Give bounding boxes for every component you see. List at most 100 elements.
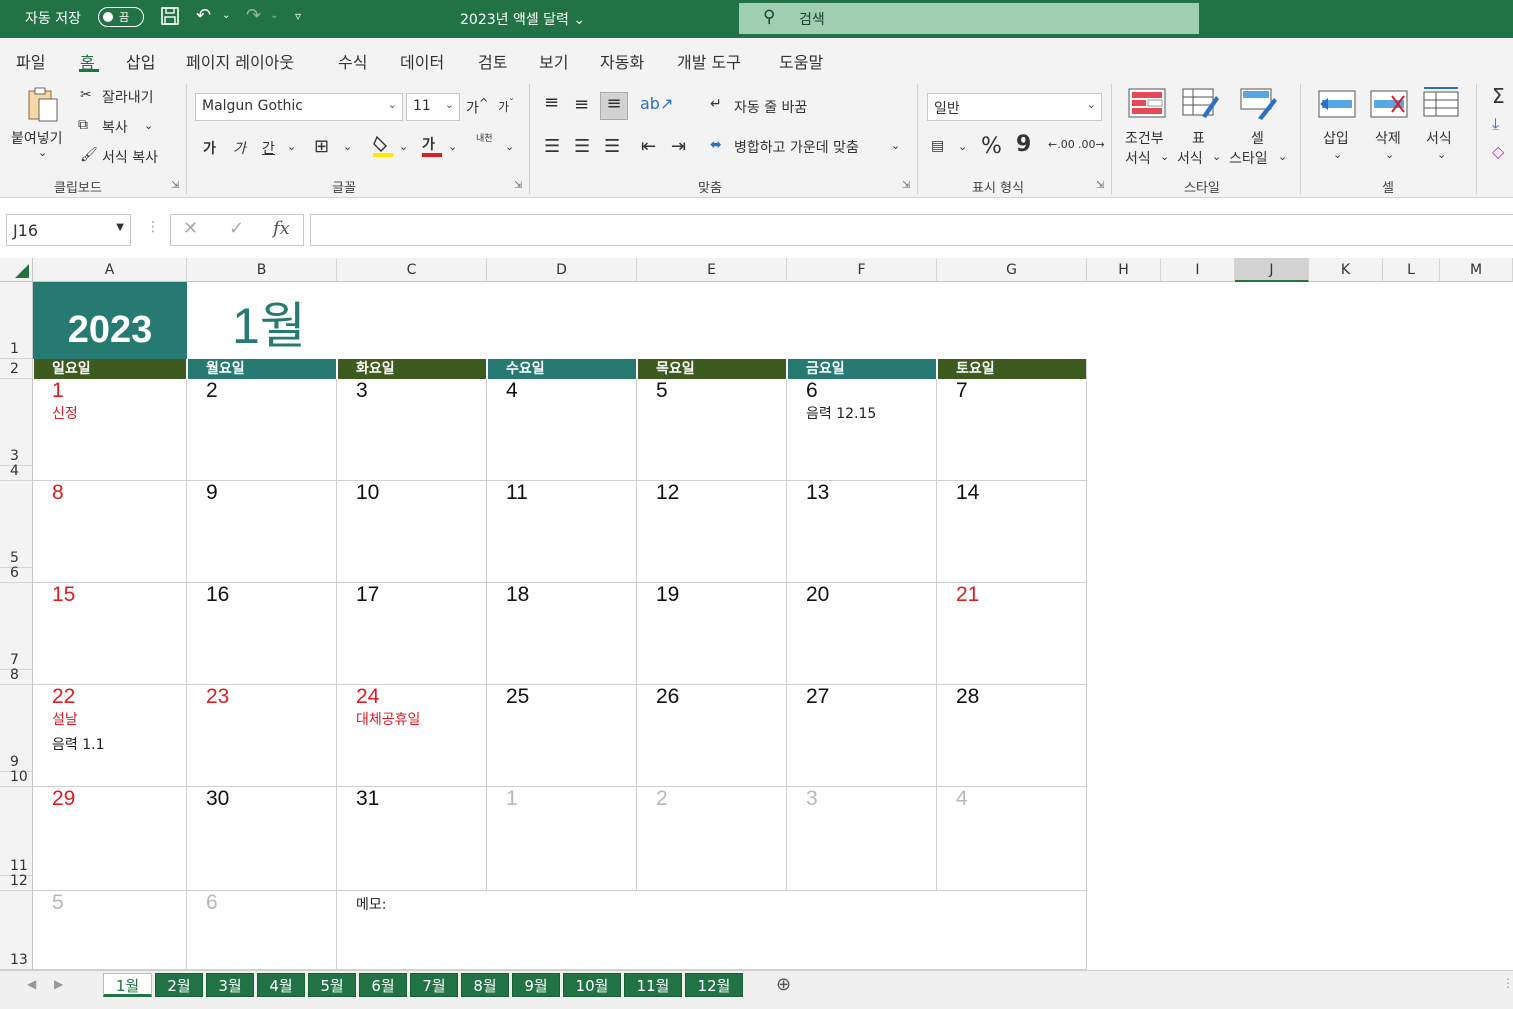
cell-styles-line2[interactable]: 스타일: [1229, 148, 1268, 168]
column-header[interactable]: J: [1235, 258, 1309, 282]
underline-button[interactable]: 간: [262, 138, 275, 158]
row-header[interactable]: 10: [0, 769, 33, 787]
row-header[interactable]: 9: [0, 685, 33, 772]
weekday-header[interactable]: 금요일: [788, 359, 936, 379]
wrap-text-button[interactable]: 자동 줄 바꿈: [734, 97, 807, 117]
comma-style-button[interactable]: 9: [1016, 132, 1031, 157]
day-cell[interactable]: 25: [487, 685, 637, 787]
sheet-tab[interactable]: 3월: [206, 973, 254, 997]
row-header[interactable]: 5: [0, 481, 33, 568]
row-header[interactable]: 8: [0, 667, 33, 685]
day-cell[interactable]: 10: [337, 481, 487, 583]
italic-button[interactable]: 가: [233, 138, 246, 158]
day-cell[interactable]: 3: [787, 787, 937, 891]
underline-dropdown-icon[interactable]: ⌄: [287, 140, 296, 153]
weekday-header[interactable]: 월요일: [188, 359, 336, 379]
align-middle-icon[interactable]: ≡: [574, 94, 589, 115]
column-header[interactable]: D: [487, 258, 637, 282]
select-all-button[interactable]: [0, 258, 33, 282]
sheet-tab[interactable]: 6월: [359, 973, 407, 997]
tab-file[interactable]: 파일: [16, 49, 45, 73]
day-cell[interactable]: 31: [337, 787, 487, 891]
sheet-tab[interactable]: 4월: [257, 973, 305, 997]
cut-button[interactable]: 잘라내기: [102, 87, 154, 107]
tab-help[interactable]: 도움말: [779, 49, 823, 73]
day-cell[interactable]: 1 신정: [33, 379, 187, 481]
day-cell[interactable]: 30: [187, 787, 337, 891]
cell-styles-icon[interactable]: [1240, 88, 1278, 124]
day-cell[interactable]: 14: [937, 481, 1087, 583]
day-cell[interactable]: 17: [337, 583, 487, 685]
undo-icon[interactable]: ↶: [196, 5, 211, 26]
font-color-dropdown-icon[interactable]: ⌄: [448, 140, 457, 153]
day-cell[interactable]: 21: [937, 583, 1087, 685]
shrink-font-button[interactable]: 가ˇ: [498, 98, 514, 115]
dialog-launcher-icon[interactable]: ⇲: [902, 180, 910, 191]
cut-icon[interactable]: ✂: [80, 87, 92, 103]
day-cell[interactable]: 7: [937, 379, 1087, 481]
column-header[interactable]: L: [1383, 258, 1440, 282]
day-cell[interactable]: 6: [187, 891, 337, 970]
redo-dropdown-icon[interactable]: ⌄: [270, 10, 278, 21]
wrap-text-icon[interactable]: ↵: [710, 96, 722, 112]
day-cell[interactable]: 8: [33, 481, 187, 583]
decrease-decimal-button[interactable]: .00→: [1078, 138, 1105, 151]
column-header[interactable]: F: [787, 258, 937, 282]
align-right-icon[interactable]: ☰: [604, 136, 620, 157]
table-dropdown-icon[interactable]: ⌄: [1212, 150, 1221, 163]
day-cell[interactable]: 2: [637, 787, 787, 891]
autosave-toggle[interactable]: 끔: [98, 7, 144, 27]
number-format-select[interactable]: 일반 ⌄: [927, 93, 1102, 121]
insert-dropdown-icon[interactable]: ⌄: [1333, 148, 1342, 161]
customize-qat-icon[interactable]: ▿: [295, 9, 301, 23]
day-cell[interactable]: 23: [187, 685, 337, 787]
day-cell[interactable]: 24 대체공휴일: [337, 685, 487, 787]
day-cell[interactable]: 29: [33, 787, 187, 891]
tab-scroll-right-icon[interactable]: ▶: [54, 977, 63, 991]
format-painter-button[interactable]: 서식 복사: [102, 147, 158, 167]
column-header[interactable]: E: [637, 258, 787, 282]
day-cell[interactable]: 22 설날 음력 1.1: [33, 685, 187, 787]
day-cell[interactable]: 1: [487, 787, 637, 891]
weekday-header[interactable]: 일요일: [34, 359, 186, 379]
row-header[interactable]: 1: [0, 282, 33, 359]
row-header[interactable]: 7: [0, 583, 33, 670]
conditional-dropdown-icon[interactable]: ⌄: [1160, 150, 1169, 163]
save-icon[interactable]: [160, 6, 180, 31]
document-title[interactable]: 2023년 액셀 달력 ⌄: [460, 9, 585, 29]
day-cell[interactable]: 5: [33, 891, 187, 970]
row-header[interactable]: 13: [0, 891, 33, 970]
day-cell[interactable]: 26: [637, 685, 787, 787]
orientation-icon[interactable]: ab↗: [640, 94, 673, 113]
format-cells-icon[interactable]: [1422, 86, 1460, 122]
day-cell[interactable]: 6 음력 12.15: [787, 379, 937, 481]
worksheet-grid[interactable]: ABCDEFGHIJKLM 1 2 3 4 5 6 7 8 9 10 11 12 13 2023 1월 …: [0, 258, 1513, 970]
paste-icon[interactable]: [18, 84, 64, 124]
enter-icon[interactable]: ✓: [229, 218, 244, 239]
redo-icon[interactable]: ↷: [246, 5, 261, 26]
cancel-icon[interactable]: ✕: [183, 218, 198, 239]
phonetic-guide-button[interactable]: 내천: [476, 134, 493, 144]
increase-decimal-button[interactable]: ←.00: [1048, 138, 1075, 151]
tab-insert[interactable]: 삽입: [126, 49, 155, 73]
row-header[interactable]: 12: [0, 873, 33, 891]
day-cell[interactable]: 18: [487, 583, 637, 685]
tab-data[interactable]: 데이터: [400, 49, 444, 73]
cell-styles-dropdown-icon[interactable]: ⌄: [1278, 150, 1287, 163]
accounting-dropdown-icon[interactable]: ⌄: [958, 140, 967, 153]
day-cell[interactable]: 16: [187, 583, 337, 685]
conditional-formatting-line2[interactable]: 서식: [1125, 148, 1151, 168]
format-as-table-line2[interactable]: 서식: [1177, 148, 1203, 168]
year-cell[interactable]: 2023: [33, 282, 187, 359]
copy-button[interactable]: 복사: [102, 117, 128, 137]
tab-developer[interactable]: 개발 도구: [677, 49, 741, 73]
grow-font-button[interactable]: 가^: [466, 96, 489, 118]
copy-icon[interactable]: ⧉: [78, 117, 88, 133]
row-header[interactable]: 11: [0, 787, 33, 876]
fill-color-dropdown-icon[interactable]: ⌄: [399, 140, 408, 153]
row-header[interactable]: 3: [0, 379, 33, 466]
conditional-formatting-icon[interactable]: [1128, 88, 1166, 122]
sheet-tab[interactable]: 5월: [308, 973, 356, 997]
sheet-tab[interactable]: 9월: [512, 973, 560, 997]
insert-function-icon[interactable]: fx: [273, 218, 290, 239]
